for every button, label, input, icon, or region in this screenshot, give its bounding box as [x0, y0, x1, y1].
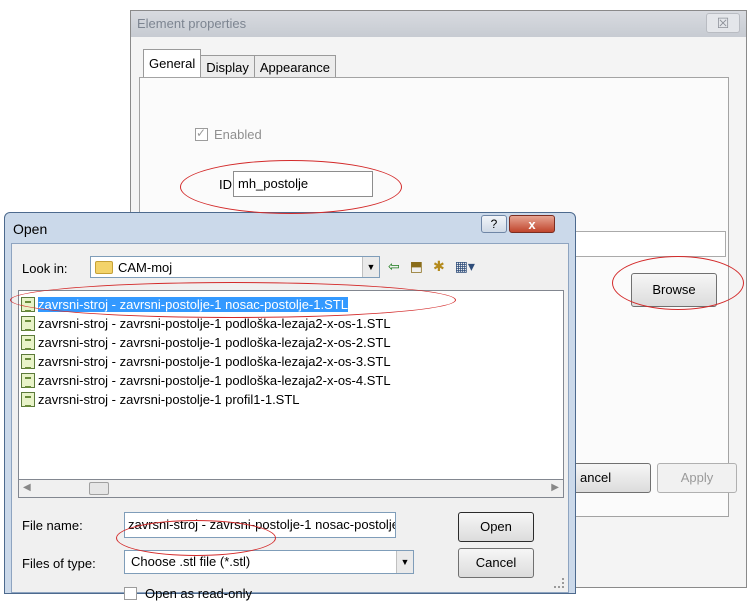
open-dialog-body: Look in: CAM-moj ▼ ⇦ ⬒ ✱ ▦▾ zavrsni-stro… [11, 243, 569, 601]
look-in-select[interactable]: CAM-moj ▼ [90, 256, 380, 278]
close-icon: ☒ [716, 15, 730, 31]
stl-file-icon [21, 297, 35, 312]
dialog-toolbar: ⇦ ⬒ ✱ ▦▾ [388, 258, 475, 275]
file-list-item[interactable]: zavrsni-stroj - zavrsni-postolje-1 profi… [21, 390, 300, 409]
file-list-item[interactable]: zavrsni-stroj - zavrsni-postolje-1 podlo… [21, 352, 391, 371]
element-properties-title: Element properties [131, 11, 746, 37]
stl-file-icon [21, 392, 35, 407]
enabled-label: Enabled [214, 127, 262, 142]
file-name-text: zavrsni-stroj - zavrsni-postolje-1 podlo… [38, 373, 391, 388]
tab-bar: General Display Appearance [143, 49, 336, 77]
stl-file-icon [21, 335, 35, 350]
files-of-type-select[interactable]: Choose .stl file (*.stl) ▼ [124, 550, 414, 574]
file-list-item[interactable]: zavrsni-stroj - zavrsni-postolje-1 podlo… [21, 371, 391, 390]
open-dialog-title: Open [13, 221, 48, 237]
open-dialog-close-button[interactable]: x [509, 215, 555, 233]
file-name-text: zavrsni-stroj - zavrsni-postolje-1 profi… [38, 392, 300, 407]
element-properties-close-button[interactable]: ☒ [706, 13, 740, 33]
enabled-row: Enabled [195, 126, 262, 142]
id-input[interactable]: mh_postolje [233, 171, 373, 197]
apply-button[interactable]: Apply [657, 463, 737, 493]
id-label: ID [219, 177, 232, 192]
stl-file-icon [21, 354, 35, 369]
horizontal-scrollbar[interactable]: ◀ ▶ [18, 480, 564, 498]
back-arrow-icon[interactable]: ⇦ [388, 258, 400, 275]
new-folder-icon[interactable]: ✱ [433, 258, 445, 275]
cancel-button[interactable]: Cancel [458, 548, 534, 578]
file-name-text: zavrsni-stroj - zavrsni-postolje-1 podlo… [38, 335, 391, 350]
file-list-item[interactable]: zavrsni-stroj - zavrsni-postolje-1 podlo… [21, 333, 391, 352]
file-list-item[interactable]: zavrsni-stroj - zavrsni-postolje-1 podlo… [21, 314, 391, 333]
browse-button[interactable]: Browse [631, 273, 717, 307]
tab-display[interactable]: Display [200, 55, 255, 77]
enabled-checkbox[interactable] [195, 126, 208, 141]
stl-file-icon [21, 373, 35, 388]
look-in-value: CAM-moj [118, 259, 173, 275]
file-name-text: zavrsni-stroj - zavrsni-postolje-1 podlo… [38, 354, 391, 369]
file-list[interactable]: zavrsni-stroj - zavrsni-postolje-1 nosac… [18, 290, 564, 480]
file-name-text: zavrsni-stroj - zavrsni-postolje-1 nosac… [38, 297, 348, 312]
file-name-label: File name: [22, 518, 83, 533]
look-in-label: Look in: [22, 261, 68, 276]
path-field[interactable] [571, 231, 726, 257]
up-folder-icon[interactable]: ⬒ [410, 258, 423, 275]
files-of-type-value: Choose .stl file (*.stl) [131, 554, 251, 569]
scroll-right-icon[interactable]: ▶ [551, 482, 559, 493]
file-name-input[interactable]: zavrsni-stroj - zavrsni-postolje-1 nosac… [124, 512, 396, 538]
chevron-down-icon[interactable]: ▼ [362, 257, 379, 277]
view-menu-icon[interactable]: ▦▾ [455, 258, 475, 275]
files-of-type-label: Files of type: [22, 556, 96, 571]
file-name-text: zavrsni-stroj - zavrsni-postolje-1 podlo… [38, 316, 391, 331]
close-icon: x [528, 217, 536, 232]
open-dialog: Open ? x Look in: CAM-moj ▼ ⇦ ⬒ ✱ ▦▾ zav… [4, 212, 576, 601]
tab-general[interactable]: General [143, 49, 202, 77]
open-button[interactable]: Open [458, 512, 534, 542]
chevron-down-icon[interactable]: ▼ [396, 551, 413, 573]
tab-appearance[interactable]: Appearance [253, 55, 336, 77]
resize-grip-icon[interactable] [554, 578, 564, 588]
folder-icon [95, 260, 113, 274]
help-button[interactable]: ? [481, 215, 507, 233]
scroll-left-icon[interactable]: ◀ [23, 482, 31, 493]
help-icon: ? [490, 217, 498, 231]
properties-cancel-button[interactable]: ancel [571, 463, 651, 493]
scroll-thumb[interactable] [89, 482, 109, 495]
stl-file-icon [21, 316, 35, 331]
file-list-item[interactable]: zavrsni-stroj - zavrsni-postolje-1 nosac… [21, 295, 348, 314]
